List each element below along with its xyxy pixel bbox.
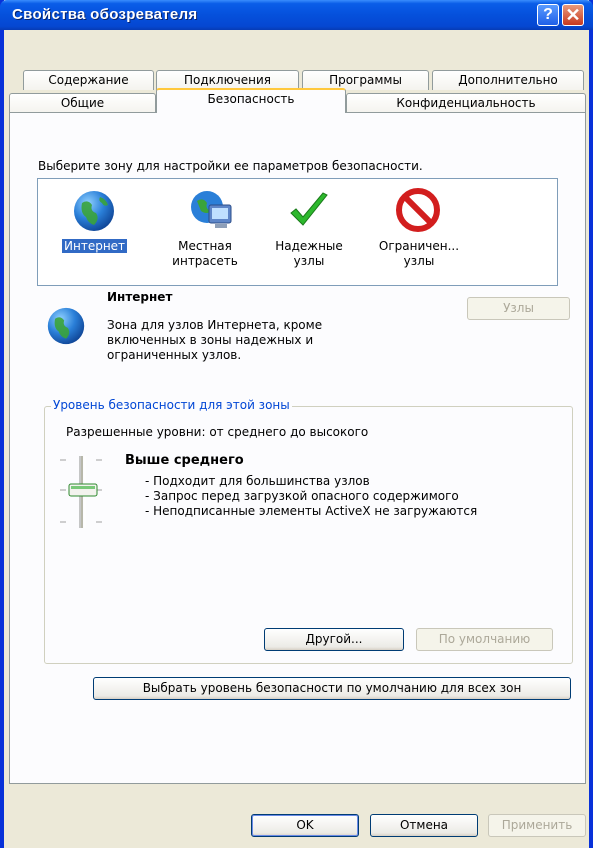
zone-info-description: Зона для узлов Интернета, кроме включенн… xyxy=(107,318,322,363)
default-level-button[interactable]: По умолчанию xyxy=(416,628,553,651)
zone-trusted-label-2: узлы xyxy=(293,254,325,268)
zone-intranet[interactable]: Местная интрасеть xyxy=(150,179,260,287)
slider-track-icon xyxy=(60,456,102,528)
zone-trusted-label-1: Надежные xyxy=(275,239,343,253)
tab-content[interactable]: Содержание xyxy=(23,70,154,90)
help-icon[interactable]: ? xyxy=(537,4,559,26)
close-icon[interactable]: ✕ xyxy=(562,4,584,26)
zone-internet-label: Интернет xyxy=(62,239,128,253)
security-level-bullets: - Подходит для большинства узлов - Запро… xyxy=(145,474,477,519)
reset-all-zones-button[interactable]: Выбрать уровень безопасности по умолчани… xyxy=(93,677,571,700)
tab-general[interactable]: Общие xyxy=(9,93,156,113)
title-bar[interactable]: Свойства обозревателя ? ✕ xyxy=(0,0,593,30)
zone-restricted-label-1: Ограничен... xyxy=(378,239,460,253)
intranet-icon xyxy=(191,191,232,228)
ok-button[interactable]: OK xyxy=(251,814,359,837)
checkmark-icon xyxy=(290,192,328,226)
zone-intranet-label-1: Местная xyxy=(178,239,232,253)
tab-connections[interactable]: Подключения xyxy=(156,70,299,90)
security-level-legend: Уровень безопасности для этой зоны xyxy=(51,398,292,412)
level-bullet: - Неподписанные элементы ActiveX не загр… xyxy=(145,504,478,518)
tab-security[interactable]: Безопасность xyxy=(156,88,346,113)
restricted-icon xyxy=(396,188,440,232)
tab-privacy[interactable]: Конфиденциальность xyxy=(346,93,586,113)
security-level-name: Выше среднего xyxy=(125,453,244,468)
custom-level-button[interactable]: Другой... xyxy=(264,628,404,651)
zone-intranet-label-2: интрасеть xyxy=(172,254,238,268)
zone-info-title: Интернет xyxy=(107,290,173,304)
zone-trusted[interactable]: Надежные узлы xyxy=(263,179,353,287)
zone-internet[interactable]: Интернет xyxy=(38,179,138,287)
zone-list: Интернет Местная интрасеть Надежные узлы xyxy=(37,178,558,286)
zone-prompt: Выберите зону для настройки ее параметро… xyxy=(38,159,423,173)
security-level-group xyxy=(44,406,573,664)
apply-button[interactable]: Применить xyxy=(488,814,586,837)
globe-icon xyxy=(74,191,114,231)
tab-advanced[interactable]: Дополнительно xyxy=(432,70,584,90)
zone-restricted[interactable]: Ограничен... узлы xyxy=(363,179,473,287)
zone-desc-line: Зона для узлов Интернета, кроме xyxy=(107,318,323,332)
zone-desc-line: ограниченных узлов. xyxy=(107,348,242,362)
zone-desc-line: включенных в зоны надежных и xyxy=(107,333,314,347)
cancel-button[interactable]: Отмена xyxy=(370,814,478,837)
level-bullet: - Подходит для большинства узлов xyxy=(145,474,370,488)
zone-restricted-label-2: узлы xyxy=(403,254,435,268)
tab-programs[interactable]: Программы xyxy=(302,70,429,90)
sites-button[interactable]: Узлы xyxy=(467,297,570,320)
window-title: Свойства обозревателя xyxy=(12,6,198,23)
internet-zone-globe-icon xyxy=(47,307,85,345)
allowed-levels: Разрешенные уровни: от среднего до высок… xyxy=(66,425,369,439)
level-bullet: - Запрос перед загрузкой опасного содерж… xyxy=(145,489,459,503)
security-level-slider[interactable] xyxy=(56,454,106,530)
